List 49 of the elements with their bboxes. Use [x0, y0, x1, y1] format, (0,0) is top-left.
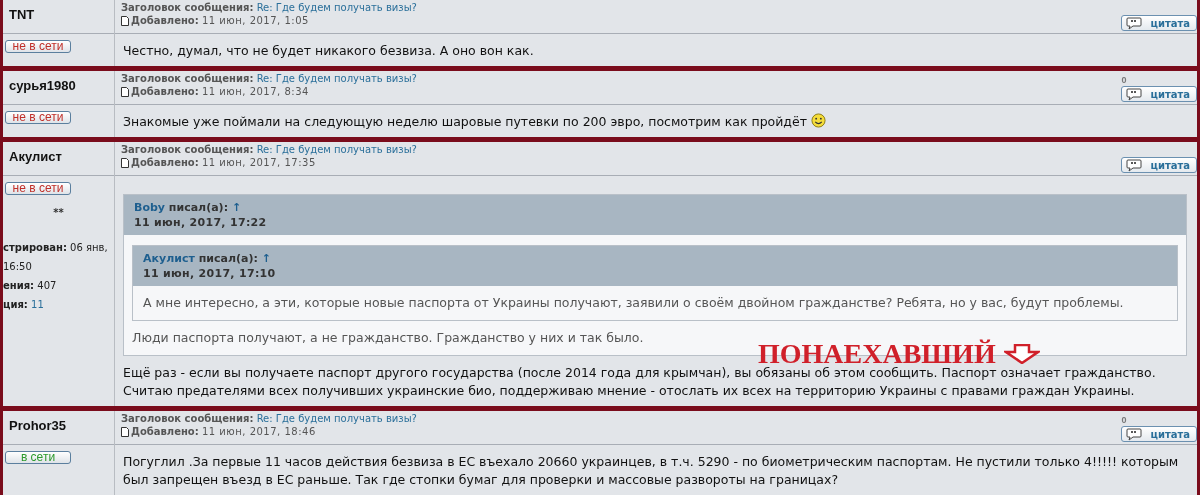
quote-button[interactable]: цитата	[1121, 86, 1197, 102]
quote-button[interactable]: цитата	[1121, 426, 1197, 442]
author-name[interactable]: сурья1980	[9, 78, 76, 93]
subject-line: Заголовок сообщения: Re: Где будем получать визы?	[121, 144, 417, 155]
author-name[interactable]: Prohor35	[9, 418, 67, 433]
jump-to-post-link[interactable]: ↑	[261, 252, 271, 265]
profile-info: 16:50	[3, 261, 32, 272]
quoted-text: Люди паспорта получают, а не гражданство. Гражданство у них и так было.	[132, 329, 645, 347]
quote-button[interactable]: цитата	[1121, 157, 1197, 173]
jump-to-post-link[interactable]: ↑	[231, 201, 242, 214]
subject-line: Заголовок сообщения: Re: Где будем получать визы?	[121, 413, 417, 424]
posted-date: Добавлено: 11 июн, 2017, 8:34	[131, 86, 309, 97]
profile-info: ция: 11	[3, 299, 44, 310]
quote-button[interactable]: цитата	[1121, 15, 1197, 31]
posted-date: Добавлено: 11 июн, 2017, 17:35	[131, 157, 316, 168]
author-name[interactable]: Акулист	[9, 149, 62, 164]
speech-bubble-icon	[1126, 87, 1143, 101]
online-status-button[interactable]: не в сети	[5, 40, 71, 53]
post-text: Погуглил .За первые 11 часов действия безвиза в ЕС въехало 20660 украинцев, в т.ч. 5290 - по биометрическим паспортам. Не пустили только 4!!!!! которым был запрещен въезд в ЕС раньше. Так где стопки бумаг для проверки и массовые развороты на границах?	[123, 453, 1180, 489]
online-status-button[interactable]: не в сети	[5, 111, 71, 124]
quote-author-link[interactable]: Boby	[134, 201, 165, 214]
speech-bubble-icon	[1126, 16, 1143, 30]
quoted-text: А мне интересно, а эти, которые новые паспорта от Украины получают, заявили о своём двойном гражданстве? Ребята, но у вас, будут проблемы.	[143, 294, 1125, 312]
online-status-button[interactable]: не в сети	[5, 182, 71, 195]
post-counter: 0	[1121, 415, 1127, 425]
post-text: Знакомые уже поймали на следующую неделю шаровые путевки по 200 эвро, посмотрим как пройдёт	[123, 113, 1187, 131]
quote-author-line: Boby писал(а): ↑	[134, 201, 243, 214]
posted-date: Добавлено: 11 июн, 2017, 1:05	[131, 15, 309, 26]
document-icon	[121, 157, 129, 168]
subject-line: Заголовок сообщения: Re: Где будем получать визы?	[121, 73, 417, 84]
subject-line: Заголовок сообщения: Re: Где будем получать визы?	[121, 2, 417, 13]
document-icon	[121, 15, 129, 26]
online-status-button[interactable]: в сети	[5, 451, 71, 464]
quote-date: 11 июн, 2017, 17:10	[143, 267, 277, 280]
profile-info: ения: 407	[3, 280, 57, 291]
author-name[interactable]: TNT	[9, 7, 35, 22]
quote-author-line: Акулист писал(а): ↑	[143, 252, 272, 265]
speech-bubble-icon	[1126, 427, 1143, 441]
quote-author-link[interactable]: Акулист	[143, 252, 195, 265]
quote-date: 11 июн, 2017, 17:22	[134, 216, 268, 229]
speech-bubble-icon	[1126, 158, 1143, 172]
document-icon	[121, 426, 129, 437]
post-text: Честно, думал, что не будет никакого безвиза. А оно вон как.	[123, 42, 535, 60]
post-counter: 0	[1121, 75, 1127, 85]
rank-stars: **	[53, 207, 64, 218]
document-icon	[121, 86, 129, 97]
profile-info: стрирован: 06 янв,	[3, 242, 108, 253]
posted-date: Добавлено: 11 июн, 2017, 18:46	[131, 426, 316, 437]
post-text: Ещё раз - если вы получаете паспорт другого государства (после 2014 года для крымчан), вы обязаны об этом сообщить. Паспорт означает гражданство. Считаю предателями всех получивших украинские био, поддерживаю мнение - отослать их всех на территорию Украины с правами граждан Украины.	[123, 364, 1157, 400]
